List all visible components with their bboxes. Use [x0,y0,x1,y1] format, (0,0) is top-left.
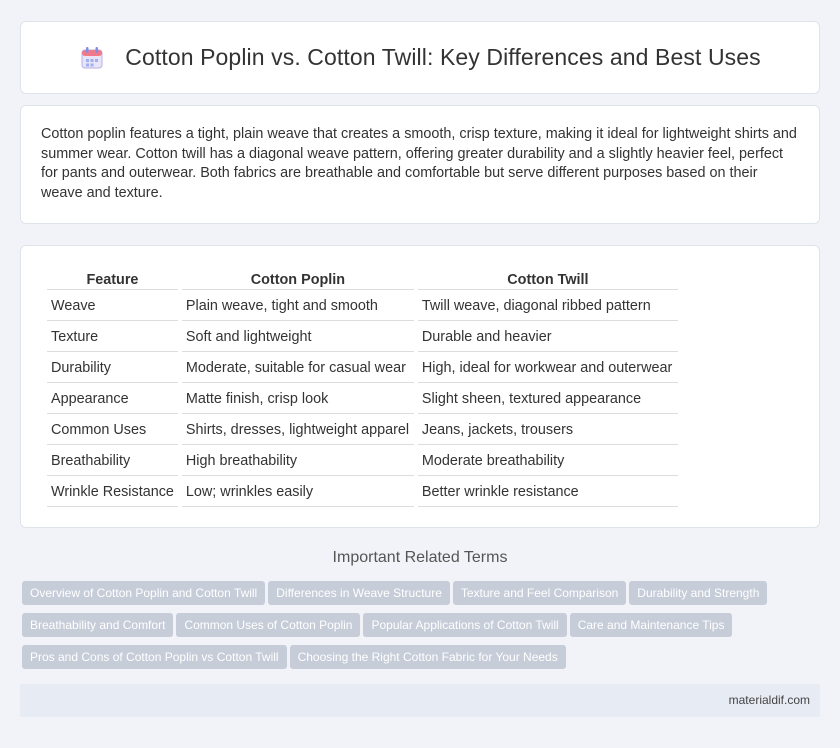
row-feature: Wrinkle Resistance [47,478,178,507]
row-twill: Twill weave, diagonal ribbed pattern [417,292,678,321]
footer-site[interactable]: materialdif.com [729,693,810,707]
row-poplin: Plain weave, tight and smooth [181,292,414,321]
intro-text: Cotton poplin features a tight, plain we… [41,126,797,201]
comparison-table: Feature Cotton Poplin Cotton Twill Weave… [43,268,682,509]
row-poplin: Moderate, suitable for casual wear [181,354,414,383]
row-feature: Weave [47,292,178,321]
row-twill: Better wrinkle resistance [417,478,678,507]
tag-texture-feel[interactable]: Texture and Feel Comparison [452,581,627,605]
tag-care-maintenance[interactable]: Care and Maintenance Tips [569,613,733,637]
header-cotton-poplin: Cotton Poplin [181,270,414,290]
row-twill: Jeans, jackets, trousers [417,416,678,445]
row-twill: Slight sheen, textured appearance [417,385,678,414]
row-twill: Moderate breathability [417,447,678,476]
tag-applications-twill[interactable]: Popular Applications of Cotton Twill [363,613,567,637]
table-row: Durability Moderate, suitable for casual… [47,354,678,383]
tag-breathability-comfort[interactable]: Breathability and Comfort [22,613,174,637]
row-twill: Durable and heavier [417,323,678,352]
row-feature: Appearance [47,385,178,414]
tag-durability-strength[interactable]: Durability and Strength [629,581,768,605]
row-poplin: Low; wrinkles easily [181,478,414,507]
table-row: Texture Soft and lightweight Durable and… [47,323,678,352]
footer: materialdif.com [20,684,820,717]
tag-weave-structure[interactable]: Differences in Weave Structure [268,581,450,605]
intro-card: Cotton poplin features a tight, plain we… [20,105,820,224]
row-feature: Durability [47,354,178,383]
table-row: Wrinkle Resistance Low; wrinkles easily … [47,478,678,507]
row-twill: High, ideal for workwear and outerwear [417,354,678,383]
row-feature: Breathability [47,447,178,476]
row-feature: Common Uses [47,416,178,445]
table-row: Appearance Matte finish, crisp look Slig… [47,385,678,414]
row-poplin: Matte finish, crisp look [181,385,414,414]
row-poplin: Shirts, dresses, lightweight apparel [181,416,414,445]
table-row: Breathability High breathability Moderat… [47,447,678,476]
row-poplin: High breathability [181,447,414,476]
calendar-icon [79,45,105,71]
header-cotton-twill: Cotton Twill [417,270,678,290]
page-title: Cotton Poplin vs. Cotton Twill: Key Diff… [125,44,761,70]
table-header-row: Feature Cotton Poplin Cotton Twill [47,270,678,290]
related-terms-tags: Overview of Cotton Poplin and Cotton Twi… [22,581,812,677]
header-feature: Feature [47,270,178,290]
tag-uses-poplin[interactable]: Common Uses of Cotton Poplin [176,613,361,637]
table-row: Weave Plain weave, tight and smooth Twil… [47,292,678,321]
table-row: Common Uses Shirts, dresses, lightweight… [47,416,678,445]
comparison-table-card: Feature Cotton Poplin Cotton Twill Weave… [20,245,820,528]
tag-choosing-fabric[interactable]: Choosing the Right Cotton Fabric for You… [289,645,566,669]
header-card: Cotton Poplin vs. Cotton Twill: Key Diff… [20,21,820,94]
related-terms-title: Important Related Terms [332,549,508,566]
tag-overview[interactable]: Overview of Cotton Poplin and Cotton Twi… [22,581,266,605]
tag-pros-cons[interactable]: Pros and Cons of Cotton Poplin vs Cotton… [22,645,287,669]
row-poplin: Soft and lightweight [181,323,414,352]
row-feature: Texture [47,323,178,352]
